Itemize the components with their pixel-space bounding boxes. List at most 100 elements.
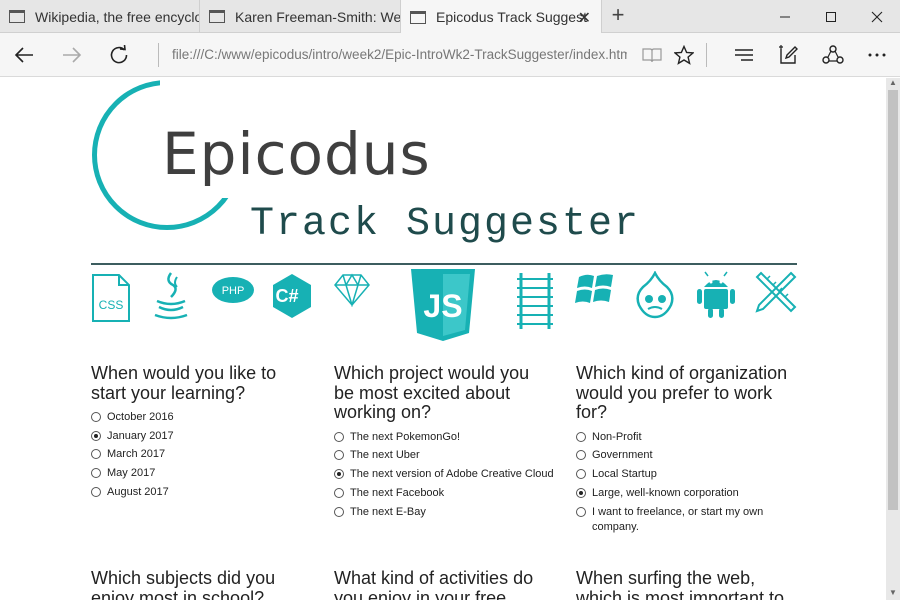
option-august-2017[interactable]: August 2017 xyxy=(91,485,321,500)
vertical-scrollbar[interactable]: ▲ ▼ xyxy=(886,78,900,600)
option-label: The next version of Adobe Creative Cloud xyxy=(350,468,554,480)
csharp-icon: C# xyxy=(273,274,311,318)
windows-icon xyxy=(575,274,613,303)
scroll-down-arrow-icon[interactable]: ▼ xyxy=(889,588,897,597)
page-icon xyxy=(209,10,225,23)
page-viewport: Epicodus Track Suggester CSS PHP C# JS W… xyxy=(0,78,886,600)
scrollbar-thumb[interactable] xyxy=(888,90,898,510)
radio-button[interactable] xyxy=(576,432,586,442)
scroll-up-arrow-icon[interactable]: ▲ xyxy=(889,78,897,87)
question-project: Which project would you be most excited … xyxy=(334,363,530,422)
drupal-icon xyxy=(636,271,674,319)
forward-arrow-icon xyxy=(63,47,82,63)
option-pokemongo[interactable]: The next PokemonGo! xyxy=(334,430,564,445)
option-label: August 2017 xyxy=(107,486,169,498)
new-tab-button[interactable]: + xyxy=(606,4,630,28)
tab-wikipedia[interactable]: Wikipedia, the free encyclop xyxy=(0,0,200,33)
option-january-2017[interactable]: January 2017 xyxy=(91,429,321,444)
separator xyxy=(158,43,159,67)
header-divider xyxy=(91,263,797,265)
java-icon xyxy=(154,272,188,320)
option-uber[interactable]: The next Uber xyxy=(334,448,564,463)
maximize-icon xyxy=(826,11,836,22)
maximize-button[interactable] xyxy=(808,0,854,33)
hub-icon xyxy=(735,49,753,61)
radio-button[interactable] xyxy=(334,432,344,442)
tab-strip: Wikipedia, the free encyclop Karen Freem… xyxy=(0,0,900,34)
tech-icons-row: CSS PHP C# JS xyxy=(91,269,797,351)
radio-button[interactable] xyxy=(334,507,344,517)
option-freelance[interactable]: I want to freelance, or start my own com… xyxy=(576,505,766,535)
option-label: The next Facebook xyxy=(350,487,445,499)
radio-button[interactable] xyxy=(576,469,586,479)
option-label: Government xyxy=(592,449,653,461)
android-icon xyxy=(697,271,735,318)
radio-button[interactable] xyxy=(576,450,586,460)
page-icon xyxy=(9,10,25,23)
radio-button[interactable] xyxy=(334,450,344,460)
more-button[interactable] xyxy=(857,33,897,77)
refresh-button[interactable] xyxy=(99,33,139,77)
option-may-2017[interactable]: May 2017 xyxy=(91,466,321,481)
tab-title: Epicodus Track Suggest xyxy=(436,9,587,25)
radio-button[interactable] xyxy=(91,412,101,422)
radio-button[interactable] xyxy=(334,488,344,498)
option-october-2016[interactable]: October 2016 xyxy=(91,410,321,425)
question-organization: Which kind of organization would you pre… xyxy=(576,363,788,422)
tab-karen-freeman-smith[interactable]: Karen Freeman-Smith: Web xyxy=(200,0,401,33)
minimize-button[interactable] xyxy=(762,0,808,33)
minimize-icon xyxy=(780,16,790,17)
design-tools-icon xyxy=(755,271,797,313)
csharp-label: C# xyxy=(275,286,298,306)
option-adobe-creative-cloud[interactable]: The next version of Adobe Creative Cloud xyxy=(334,467,564,482)
hub-button[interactable] xyxy=(724,33,764,77)
web-note-button[interactable] xyxy=(768,33,808,77)
radio-button[interactable] xyxy=(576,507,586,517)
radio-button-checked[interactable] xyxy=(334,469,344,479)
option-label: Large, well-known corporation xyxy=(592,487,739,499)
tab-title: Wikipedia, the free encyclop xyxy=(35,8,199,25)
sketch-icon xyxy=(334,273,370,307)
rails-icon xyxy=(517,273,553,329)
css-label: CSS xyxy=(99,298,124,312)
radio-button[interactable] xyxy=(91,468,101,478)
brand-title: Epicodus xyxy=(162,120,431,188)
option-label: January 2017 xyxy=(107,430,174,442)
option-label: The next Uber xyxy=(350,449,420,461)
option-label: May 2017 xyxy=(107,467,156,479)
back-arrow-icon xyxy=(14,47,33,63)
question-web-surfing: When surfing the web, which is most impo… xyxy=(576,568,785,600)
option-facebook[interactable]: The next Facebook xyxy=(334,486,564,501)
option-label: The next E-Bay xyxy=(350,506,426,518)
address-bar[interactable]: file:///C:/www/epicodus/intro/week2/Epic… xyxy=(172,44,627,66)
option-march-2017[interactable]: March 2017 xyxy=(91,447,321,462)
radio-button[interactable] xyxy=(91,487,101,497)
option-large-corporation[interactable]: Large, well-known corporation xyxy=(576,486,806,501)
web-note-icon xyxy=(779,45,798,64)
share-button[interactable] xyxy=(813,33,853,77)
tab-epicodus-track-suggester[interactable]: Epicodus Track Suggest ✕ xyxy=(401,0,602,34)
navigation-bar: file:///C:/www/epicodus/intro/week2/Epic… xyxy=(0,33,900,77)
javascript-icon: JS xyxy=(411,269,475,341)
close-window-button[interactable] xyxy=(854,0,900,33)
option-non-profit[interactable]: Non-Profit xyxy=(576,430,806,445)
radio-button[interactable] xyxy=(91,449,101,459)
option-local-startup[interactable]: Local Startup xyxy=(576,467,806,482)
more-dots-icon xyxy=(868,53,886,57)
option-label: March 2017 xyxy=(107,448,166,460)
option-ebay[interactable]: The next E-Bay xyxy=(334,505,564,520)
question-school-subjects: Which subjects did you enjoy most in sch… xyxy=(91,568,276,600)
favorite-button[interactable] xyxy=(664,33,704,77)
forward-button[interactable] xyxy=(52,33,92,77)
option-label: October 2016 xyxy=(107,411,174,423)
php-icon: PHP xyxy=(212,277,254,303)
page-title: Track Suggester xyxy=(250,202,641,247)
star-icon xyxy=(674,45,694,65)
close-tab-icon[interactable]: ✕ xyxy=(578,8,591,28)
option-label: The next PokemonGo! xyxy=(350,431,461,443)
radio-button-checked[interactable] xyxy=(576,488,586,498)
radio-button-checked[interactable] xyxy=(91,431,101,441)
option-government[interactable]: Government xyxy=(576,448,806,463)
javascript-label: JS xyxy=(423,288,462,324)
back-button[interactable] xyxy=(4,33,44,77)
